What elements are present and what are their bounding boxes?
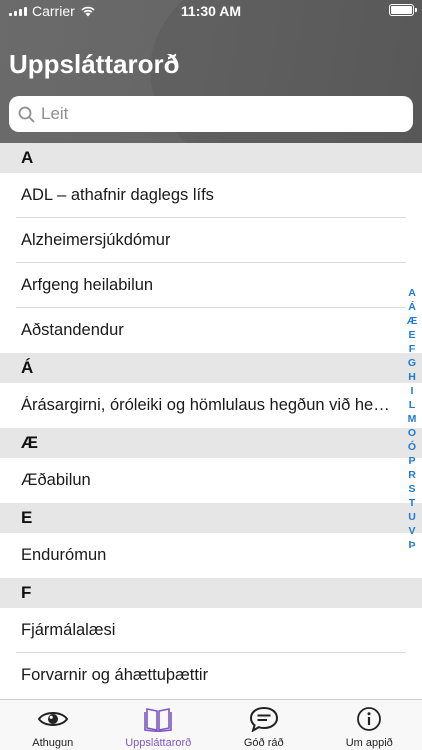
chat-bubble-icon [249,706,278,732]
section-header-a: A [0,143,422,173]
section-index[interactable]: A Á Æ E F G H I L M O Ó P R S T U V Þ [406,286,418,552]
list-item[interactable]: Aðstandendur [0,308,422,353]
tab-label: Um appið [345,737,393,749]
tab-god-rad[interactable]: Góð ráð [211,700,317,750]
list-item[interactable]: ADL – athafnir daglegs lífs [0,173,422,218]
list-item[interactable]: Forvarnir og áhættuþættir [0,653,422,698]
index-letter[interactable]: R [408,468,416,482]
list-item-label: Æðabilun [21,471,91,489]
section-header-f: F [0,578,422,608]
status-bar: Carrier 11:30 AM [0,0,422,22]
search-bar[interactable] [9,96,413,132]
entry-list[interactable]: A ADL – athafnir daglegs lífs Alzheimers… [0,143,422,699]
tab-label: Uppsláttarorð [125,737,192,749]
list-item-label: Endurómun [21,546,107,564]
book-icon [144,708,173,732]
index-letter[interactable]: G [408,356,416,370]
list-item-label: Arfgeng heilabilun [21,276,154,294]
tab-um-appid[interactable]: Um appið [317,700,422,750]
list-item-label: Alzheimersjúkdómur [21,231,171,249]
index-letter[interactable]: S [408,482,415,496]
status-time: 11:30 AM [180,3,242,19]
section-header-a-acute: Á [0,353,422,383]
tab-uppslattarord[interactable]: Uppsláttarorð [106,700,212,750]
search-input[interactable] [41,104,391,124]
section-header-ae: Æ [0,428,422,458]
index-letter[interactable]: E [408,328,415,342]
list-item-label: Aðstandendur [21,321,124,339]
section-header-e: E [0,503,422,533]
battery-icon [389,4,417,16]
index-letter[interactable]: O [408,426,416,440]
tab-bar: Athugun Uppsláttarorð Góð ráð Um appið [0,699,422,750]
list-item[interactable]: Árásargirni, óróleiki og hömlulaus hegðu… [0,383,422,428]
list-item[interactable]: Alzheimersjúkdómur [0,218,422,263]
page-title: Uppsláttarorð [9,49,180,79]
index-letter[interactable]: Ó [408,440,416,454]
list-item[interactable]: Arfgeng heilabilun [0,263,422,308]
tab-label: Athugun [32,737,74,749]
list-item-label: ADL – athafnir daglegs lífs [21,186,214,204]
header: Carrier 11:30 AM Uppsláttarorð [0,0,422,143]
list-item-label: Forvarnir og áhættuþættir [21,666,209,684]
search-icon [18,106,35,122]
tab-athugun[interactable]: Athugun [0,700,106,750]
index-letter[interactable]: U [408,510,416,524]
list-item-label: Árásargirni, óróleiki og hömlulaus hegðu… [21,396,392,414]
index-letter[interactable]: V [408,524,415,538]
index-letter[interactable]: A [408,286,416,300]
index-letter[interactable]: H [408,370,416,384]
info-icon [357,707,382,731]
tab-label: Góð ráð [243,737,284,749]
index-letter[interactable]: T [409,496,415,510]
list-item[interactable]: Fjármálalæsi [0,608,422,653]
list-item-label: Fjármálalæsi [21,621,116,639]
index-letter[interactable]: M [408,412,417,426]
eye-icon [37,712,68,726]
index-letter[interactable]: F [409,342,415,356]
index-letter[interactable]: I [411,384,414,398]
index-letter[interactable]: Á [408,300,416,314]
index-letter[interactable]: Æ [407,314,418,328]
list-item[interactable]: Æðabilun [0,458,422,503]
index-letter[interactable]: Þ [408,538,415,552]
list-item[interactable]: Endurómun [0,533,422,578]
index-letter[interactable]: P [408,454,415,468]
index-letter[interactable]: L [409,398,415,412]
